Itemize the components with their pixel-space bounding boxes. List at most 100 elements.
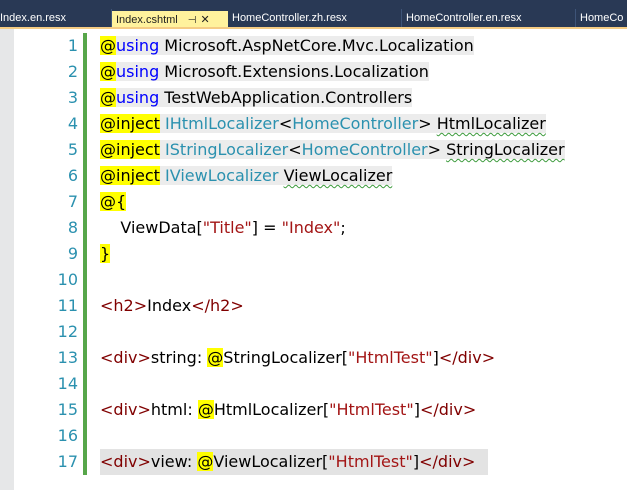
tab-homecontroller-overflow[interactable]: HomeCo (576, 9, 627, 27)
line-number: 15 (57, 400, 78, 419)
code-text: <div>html: @HtmlLocalizer["HtmlTest"]</d… (100, 397, 476, 423)
code-line[interactable]: 8 ViewData["Title"] = "Index"; (0, 215, 627, 241)
code-line[interactable]: 6 @inject IViewLocalizer ViewLocalizer (0, 163, 627, 189)
line-number: 13 (57, 348, 78, 367)
code-token: IHtmlLocalizer (165, 114, 279, 133)
line-number: 12 (57, 322, 78, 341)
code-line[interactable]: 12 (0, 319, 627, 345)
code-token: HtmlLocalizer[ (213, 400, 330, 419)
line-number: 11 (57, 296, 78, 315)
code-line[interactable]: 13 <div>string: @StringLocalizer["HtmlTes… (0, 345, 627, 371)
code-line[interactable]: 3 @using TestWebApplication.Controllers (0, 85, 627, 111)
code-token: ] = (251, 218, 282, 237)
change-indicator (83, 215, 87, 241)
code-token: "HtmlTest" (348, 348, 433, 367)
code-token: "HtmlTest" (328, 452, 413, 471)
code-token: > (461, 452, 476, 471)
code-editor[interactable]: 1 @using Microsoft.AspNetCore.Mvc.Localiz… (0, 29, 627, 490)
code-token: @ (100, 62, 116, 81)
change-indicator (83, 293, 87, 319)
code-token: ; (340, 218, 346, 237)
line-number: 1 (67, 36, 78, 55)
line-number: 5 (67, 140, 78, 159)
tab-label: Index.en.resx (0, 12, 67, 24)
code-token: @ (100, 88, 116, 107)
tab-index-cshtml[interactable]: Index.cshtml ⊣ ✕ (112, 11, 228, 27)
code-token: </ (419, 400, 439, 419)
code-token: TestWebApplication.Controllers (159, 88, 413, 107)
code-token: < (278, 114, 293, 133)
code-text: @inject IHtmlLocalizer<HomeController> H… (100, 111, 546, 137)
change-indicator (83, 189, 87, 215)
tab-homecontroller-zh-resx[interactable]: HomeController.zh.resx (228, 9, 402, 27)
code-token: StringLocalizer[ (223, 348, 349, 367)
code-token: div (457, 348, 482, 367)
code-token: < (100, 296, 114, 315)
line-number: 6 (67, 166, 78, 185)
code-line[interactable]: 5 @inject IStringLocalizer<HomeController… (0, 137, 627, 163)
code-token: div (113, 348, 138, 367)
code-token: @{ (100, 192, 127, 211)
code-token: div (113, 452, 138, 471)
code-text: <div>view: @ViewLocalizer["HtmlTest"]</d… (100, 449, 475, 475)
document-tab-bar: Index.en.resx Index.cshtml ⊣ ✕ HomeControl… (0, 0, 627, 29)
code-token: using (116, 62, 160, 81)
code-text: @using TestWebApplication.Controllers (100, 85, 413, 111)
code-token: StringLocalizer (446, 140, 565, 159)
code-line[interactable]: 1 @using Microsoft.AspNetCore.Mvc.Localiz… (0, 33, 627, 59)
code-token: ViewData[ (100, 218, 203, 237)
line-number: 17 (57, 452, 78, 471)
code-text: <div>string: @StringLocalizer["HtmlTest"… (100, 345, 495, 371)
code-token: "Index" (281, 218, 341, 237)
code-text: @using Microsoft.AspNetCore.Mvc.Localiza… (100, 33, 474, 59)
code-token: h2 (113, 296, 134, 315)
code-text: ViewData["Title"] = "Index"; (100, 215, 346, 241)
code-token: Index (147, 296, 192, 315)
code-line[interactable]: 10 (0, 267, 627, 293)
code-line[interactable]: 17 <div>view: @ViewLocalizer["HtmlTest"]<… (0, 449, 627, 475)
code-token: > (133, 296, 148, 315)
line-number: 16 (57, 426, 78, 445)
code-token: html: (150, 400, 198, 419)
code-token: ViewLocalizer (283, 166, 393, 185)
change-indicator (83, 449, 87, 475)
code-token: using (116, 88, 160, 107)
code-token: </ (438, 348, 458, 367)
code-token: IStringLocalizer (165, 140, 289, 159)
tab-label: Index.cshtml (116, 14, 178, 26)
code-line[interactable]: 9} (0, 241, 627, 267)
code-line[interactable]: 16 (0, 423, 627, 449)
code-line[interactable]: 15 <div>html: @HtmlLocalizer["HtmlTest"]<… (0, 397, 627, 423)
change-indicator (83, 241, 87, 267)
close-icon[interactable]: ✕ (200, 11, 209, 27)
code-line[interactable]: 4 @inject IHtmlLocalizer<HomeController> … (0, 111, 627, 137)
code-line[interactable]: 11 <h2>Index</h2> (0, 293, 627, 319)
code-token: > (427, 140, 447, 159)
line-number: 2 (67, 62, 78, 81)
code-token: Microsoft.AspNetCore.Mvc.Localization (159, 36, 474, 55)
code-line[interactable]: 7 @{ (0, 189, 627, 215)
code-token: @inject (100, 140, 160, 159)
code-token: "Title" (202, 218, 252, 237)
code-text: } (100, 241, 111, 267)
change-indicator (83, 85, 87, 111)
code-token: > (137, 400, 151, 419)
code-text: @using Microsoft.Extensions.Localization (100, 59, 429, 85)
code-token: HomeController (292, 114, 419, 133)
tab-index-en-resx[interactable]: Index.en.resx (0, 9, 112, 27)
code-token: view: (150, 452, 198, 471)
code-token: @inject (100, 114, 160, 133)
code-token: > (462, 400, 477, 419)
code-token: > (418, 114, 437, 133)
code-line[interactable]: 2 @using Microsoft.Extensions.Localizatio… (0, 59, 627, 85)
change-indicator (83, 319, 87, 345)
code-token: </ (191, 296, 210, 315)
code-token: < (288, 140, 302, 159)
tab-label: HomeController.zh.resx (232, 12, 347, 24)
pin-icon[interactable]: ⊣ (188, 12, 197, 27)
code-token: using (116, 36, 160, 55)
tab-label: HomeController.en.resx (406, 12, 522, 24)
code-line[interactable]: 14 (0, 371, 627, 397)
tab-homecontroller-en-resx[interactable]: HomeController.en.resx (402, 9, 576, 27)
line-number: 8 (67, 218, 78, 237)
